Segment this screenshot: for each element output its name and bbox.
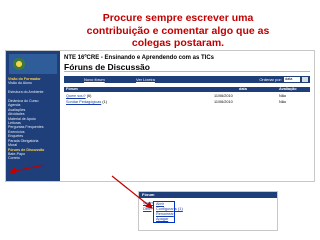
- table-header: Fórum data Avaliação: [64, 87, 310, 92]
- forum-evaluation: Não: [279, 100, 286, 104]
- logo-emblem-icon: [13, 58, 25, 70]
- headline-line-1: Procure sempre escrever uma: [102, 12, 254, 24]
- view-trash-link[interactable]: Ver Lixeira: [136, 77, 155, 82]
- col-date: data: [239, 87, 247, 91]
- forum-date: 11/06/2010: [214, 94, 233, 98]
- headline-line-3: colegas postaram.: [131, 37, 225, 49]
- context-menu: Abrir Configurar Renomear Apagar: [153, 201, 175, 223]
- course-title: NTE 16ºCRE - Ensinando e Aprendendo com …: [64, 55, 214, 61]
- sidebar-menu: Visão do Formador Visão do Aluno Estrutur…: [8, 77, 60, 161]
- title-divider: [64, 71, 310, 72]
- forum-link[interactable]: Sondar Pedagógicas: [66, 100, 101, 104]
- teleduc-logo: [9, 54, 57, 74]
- col-evaluation: Avaliação: [279, 87, 297, 91]
- headline-line-2: contribuição e comentar algo que as: [86, 24, 270, 37]
- sort-select[interactable]: data: [284, 76, 300, 82]
- forum-date: 11/06/2010: [214, 100, 233, 104]
- menu-delete[interactable]: Apagar: [154, 217, 174, 222]
- forum-screenshot: Visão do Formador Visão do Aluno Estrutur…: [5, 50, 315, 182]
- sidebar-item[interactable]: Correio: [8, 156, 60, 160]
- forum-context-inset: Fórum Quem Dem ficas (1) Abrir Configura…: [138, 191, 278, 231]
- post-count: (6): [86, 94, 92, 98]
- forum-evaluation: Não: [279, 94, 286, 98]
- main-content: NTE 16ºCRE - Ensinando e Aprendendo com …: [64, 53, 314, 181]
- inset-forum-link[interactable]: Dem: [143, 206, 151, 211]
- forum-toolbar: Novo fórum Ver Lixeira Ordenar por: data: [64, 76, 310, 83]
- forum-link[interactable]: Quem sou?: [66, 94, 86, 98]
- post-count: (1): [102, 100, 107, 104]
- sort-label: Ordenar por:: [259, 77, 282, 82]
- new-forum-link[interactable]: Novo fórum: [84, 77, 105, 82]
- table-row: Sondar Pedagógicas (1) 11/06/2010 Não: [64, 100, 310, 105]
- table-row: Quem sou? (6) 11/06/2010 Não: [64, 94, 310, 99]
- sidebar: Visão do Formador Visão do Aluno Estrutur…: [6, 51, 60, 181]
- headline-caption: Procure sempre escrever uma contribuição…: [78, 12, 278, 50]
- sort-ok-button[interactable]: [302, 76, 308, 82]
- col-forum: Fórum: [66, 87, 78, 91]
- inset-header: Fórum: [139, 192, 277, 198]
